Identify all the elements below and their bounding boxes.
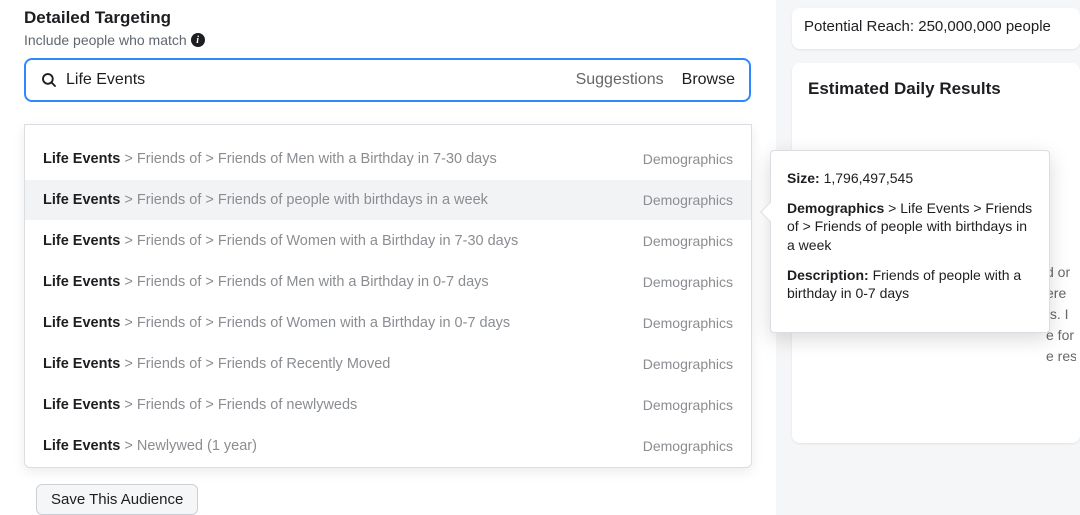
dropdown-category: Demographics xyxy=(643,397,733,413)
dropdown-path: Life Events > Friends of > Friends of pe… xyxy=(43,192,488,208)
subtitle-text: Include people who match xyxy=(24,32,187,48)
dropdown-row[interactable]: Life Events > Friends of > Friends of pe… xyxy=(25,180,751,221)
dropdown-category: Demographics xyxy=(643,151,733,167)
suggestions-link[interactable]: Suggestions xyxy=(576,71,664,89)
potential-reach-card: Potential Reach: 250,000,000 people xyxy=(792,8,1080,49)
dropdown-category: Demographics xyxy=(643,315,733,331)
dropdown-path-bold: Life Events xyxy=(43,151,120,167)
dropdown-row[interactable]: Life Events > Friends of > Friends of Wo… xyxy=(25,221,751,262)
dropdown-path-bold: Life Events xyxy=(43,192,120,208)
dropdown-path: Life Events > Friends of > Friends of Me… xyxy=(43,274,489,290)
search-icon xyxy=(40,71,58,89)
audience-detail-tooltip: Size: 1,796,497,545 Demographics > Life … xyxy=(770,150,1050,333)
bg-fragment: d or xyxy=(1046,262,1076,283)
dropdown-category: Demographics xyxy=(643,356,733,372)
dropdown-path-bold: Life Events xyxy=(43,438,120,454)
dropdown-path-rest: > Friends of > Friends of Women with a B… xyxy=(120,315,510,331)
dropdown-row[interactable]: Life Events > Newlywed (1 year) Demograph… xyxy=(25,426,751,467)
dropdown-path-rest: > Friends of > Friends of Men with a Bir… xyxy=(120,151,496,167)
dropdown-path-rest: > Friends of > Friends of people with bi… xyxy=(120,192,488,208)
targeting-screen: Detailed Targeting Include people who ma… xyxy=(0,0,1080,515)
tooltip-description: Description: Friends of people with a bi… xyxy=(787,266,1033,302)
bg-fragment: e res xyxy=(1046,346,1076,367)
background-clipped-text: d orerets. Ie fore res xyxy=(1046,262,1076,367)
search-container: Suggestions Browse xyxy=(24,58,751,102)
dropdown-path-bold: Life Events xyxy=(43,356,120,372)
daily-results-title: Estimated Daily Results xyxy=(808,79,1064,99)
tooltip-demographics: Demographics > Life Events > Friends of … xyxy=(787,199,1033,254)
dropdown-category: Demographics xyxy=(643,274,733,290)
dropdown-path: Life Events > Newlywed (1 year) xyxy=(43,438,257,454)
dropdown-category: Demographics xyxy=(643,438,733,454)
dropdown-path: Life Events > Friends of > Friends of Wo… xyxy=(43,315,510,331)
section-subtitle: Include people who match i xyxy=(24,32,751,48)
dropdown-row[interactable]: Life Events > Friends of > Friends of Wo… xyxy=(25,303,751,344)
info-icon[interactable]: i xyxy=(191,33,205,47)
dropdown-path-rest: > Friends of > Friends of newlyweds xyxy=(120,397,357,413)
bg-fragment: ere xyxy=(1046,283,1076,304)
dropdown-path-rest: > Friends of > Friends of Recently Moved xyxy=(120,356,390,372)
dropdown-row-truncated[interactable]: Life Events > Friends of > Friends of pe… xyxy=(25,125,751,139)
dropdown-path: Life Events > Friends of > Friends of Me… xyxy=(43,151,497,167)
dropdown-path-bold: Life Events xyxy=(43,274,120,290)
dropdown-row[interactable]: Life Events > Friends of > Friends of ne… xyxy=(25,385,751,426)
bg-fragment: e for xyxy=(1046,325,1076,346)
section-title: Detailed Targeting xyxy=(24,8,751,28)
potential-reach-text: Potential Reach: 250,000,000 people xyxy=(804,18,1051,35)
dropdown-path: Life Events > Friends of > Friends of Re… xyxy=(43,356,390,372)
dropdown-path-bold: Life Events xyxy=(43,233,120,249)
browse-link[interactable]: Browse xyxy=(682,71,735,89)
dropdown-row[interactable]: Life Events > Friends of > Friends of Me… xyxy=(25,139,751,180)
dropdown-path-rest: > Friends of > Friends of Men with a Bir… xyxy=(120,274,488,290)
dropdown-category: Demographics xyxy=(643,233,733,249)
dropdown-path-bold: Life Events xyxy=(43,397,120,413)
dropdown-row[interactable]: Life Events > Friends of > Friends of Me… xyxy=(25,262,751,303)
dropdown-path: Life Events > Friends of > Friends of ne… xyxy=(43,397,357,413)
dropdown-category: Demographics xyxy=(643,192,733,208)
tooltip-size: Size: 1,796,497,545 xyxy=(787,169,1033,187)
dropdown-row[interactable]: Life Events > Friends of > Friends of Re… xyxy=(25,344,751,385)
save-audience-button[interactable]: Save This Audience xyxy=(36,484,198,515)
search-dropdown: Life Events > Friends of > Friends of pe… xyxy=(24,124,752,468)
dropdown-path-bold: Life Events xyxy=(43,315,120,331)
dropdown-path-rest: > Newlywed (1 year) xyxy=(120,438,257,454)
dropdown-path: Life Events > Friends of > Friends of Wo… xyxy=(43,233,518,249)
bg-fragment: ts. I xyxy=(1046,304,1076,325)
left-panel: Detailed Targeting Include people who ma… xyxy=(0,0,775,515)
dropdown-path-rest: > Friends of > Friends of Women with a B… xyxy=(120,233,518,249)
search-input[interactable] xyxy=(66,71,576,89)
